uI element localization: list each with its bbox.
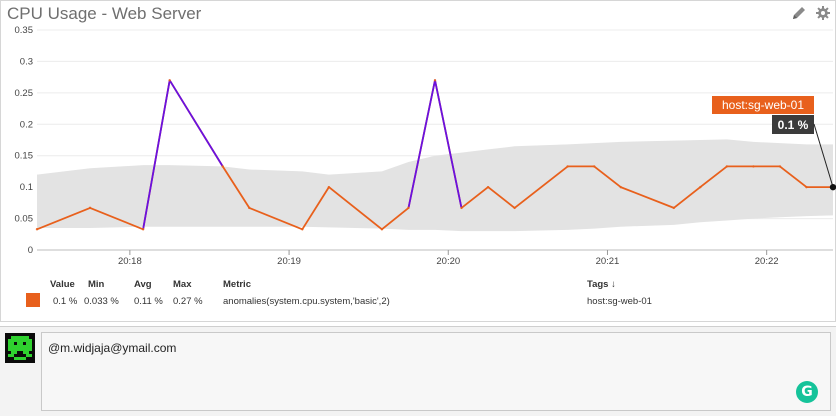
space-invader-avatar-icon [5, 333, 35, 363]
legend-header-avg: Avg [134, 279, 152, 290]
y-tick-label: 0.35 [15, 25, 34, 36]
y-tick-label: 0.15 [15, 151, 34, 162]
legend-metric: anomalies(system.cpu.system,'basic',2) [223, 296, 390, 307]
y-tick-label: 0.25 [15, 88, 34, 99]
comment-area: @m.widjaja@ymail.com [0, 326, 836, 416]
data-point [725, 165, 729, 168]
tooltip-value-label: 0.1 % [778, 118, 809, 132]
data-point [593, 165, 596, 168]
legend-header-tags[interactable]: Tags ↓ [587, 279, 616, 290]
legend-header-metric: Metric [223, 279, 251, 290]
data-point [752, 165, 755, 168]
data-point [248, 206, 251, 210]
legend-avg: 0.11 % [134, 296, 163, 307]
data-point [168, 79, 171, 82]
x-tick-label: 20:22 [755, 256, 779, 267]
y-tick-label: 0.05 [15, 214, 34, 225]
x-tick-label: 20:18 [118, 256, 142, 267]
data-point [88, 206, 92, 210]
x-tick-label: 20:20 [436, 256, 460, 267]
data-point [460, 206, 463, 210]
grammarly-icon[interactable]: G [796, 381, 818, 403]
data-point [141, 228, 145, 231]
data-point [35, 228, 39, 231]
tooltip-host-label: host:sg-web-01 [722, 98, 804, 112]
legend-header-max: Max [173, 279, 192, 290]
data-point [433, 79, 437, 82]
x-tick-label: 20:19 [277, 256, 301, 267]
comment-input[interactable]: @m.widjaja@ymail.com [41, 332, 831, 411]
data-point [672, 206, 675, 210]
data-point [699, 185, 702, 189]
data-point [327, 185, 331, 189]
y-tick-label: 0.1 [20, 182, 33, 193]
data-point [221, 165, 224, 168]
legend-tags: host:sg-web-01 [587, 296, 652, 307]
data-point [778, 165, 782, 168]
series-color-swatch [26, 293, 40, 307]
y-tick-label: 0.2 [20, 119, 33, 130]
data-point [805, 185, 808, 189]
legend-value: 0.1 % [53, 296, 78, 307]
data-point [301, 228, 304, 231]
data-point [486, 185, 490, 189]
legend-header-min: Min [88, 279, 105, 290]
data-point [513, 206, 516, 210]
legend-max: 0.27 % [173, 296, 203, 307]
data-point [407, 206, 410, 210]
data-point [566, 165, 569, 168]
line-chart: 0 0.05 0.1 0.15 0.2 0.25 0.3 0.35 20:18 20:19 20:… [15, 25, 836, 267]
graph-panel: CPU Usage - Web Server 0 0.05 0.1 0.15 0.2 0.… [0, 0, 836, 322]
y-tick-label: 0 [28, 245, 33, 256]
data-point [380, 228, 384, 231]
y-tick-label: 0.3 [20, 56, 33, 67]
hover-point [829, 183, 836, 191]
legend-header-value: Value [50, 279, 75, 290]
x-tick-label: 20:21 [596, 256, 620, 267]
legend-min: 0.033 % [84, 296, 119, 307]
data-point [619, 185, 622, 189]
